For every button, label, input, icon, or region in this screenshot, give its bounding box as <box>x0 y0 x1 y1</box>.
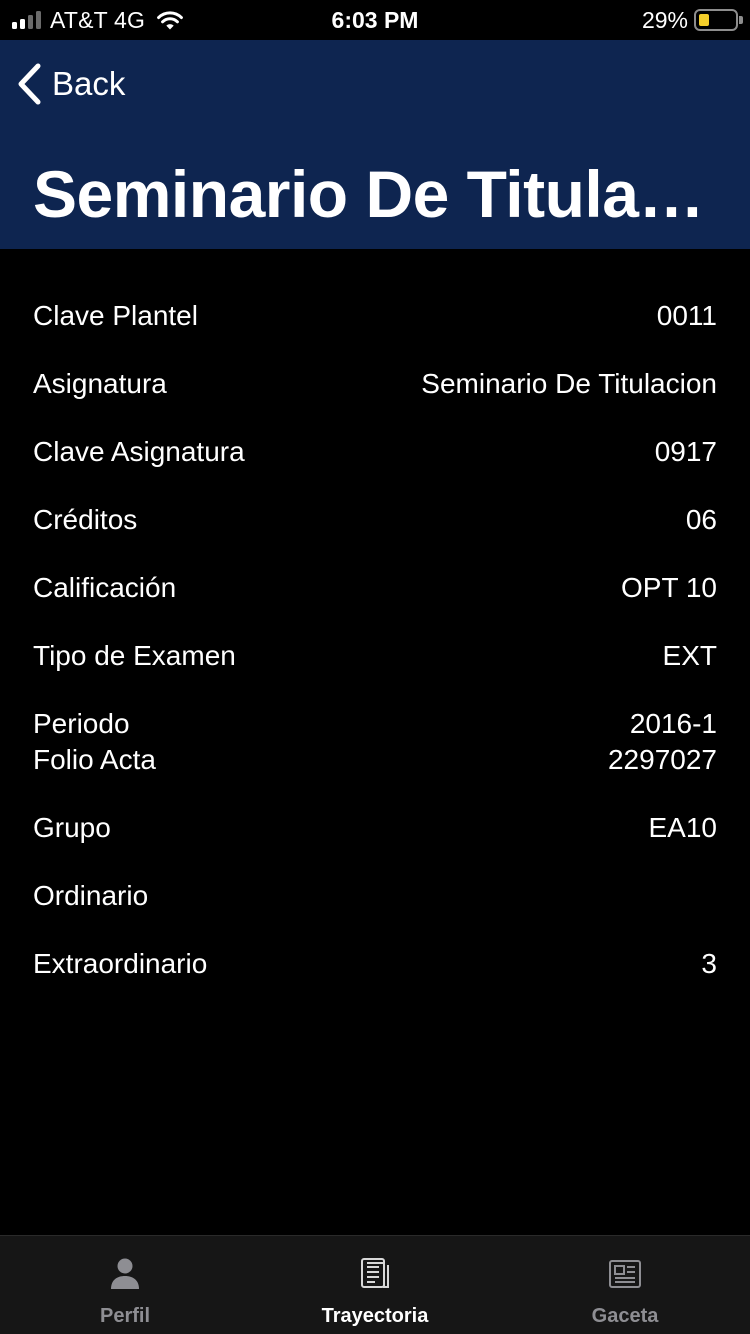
tab-bar: Perfil Trayectoria Gaceta <box>0 1235 750 1334</box>
battery-percent: 29% <box>641 6 688 33</box>
document-icon <box>361 1258 389 1288</box>
detail-values: 2016-1 2297027 <box>608 706 717 778</box>
detail-label: Folio Acta <box>33 744 156 775</box>
detail-row-clave-plantel: Clave Plantel 0011 <box>0 298 750 366</box>
detail-label: Asignatura <box>33 368 167 399</box>
detail-label: Clave Plantel <box>33 300 198 331</box>
detail-value: EXT <box>662 640 717 671</box>
back-button[interactable]: Back <box>16 62 125 106</box>
detail-value: OPT 10 <box>621 572 717 603</box>
detail-value: 0011 <box>656 300 717 331</box>
detail-label: Clave Asignatura <box>33 436 245 467</box>
tab-trayectoria[interactable]: Trayectoria <box>250 1236 500 1334</box>
battery-icon <box>694 9 743 31</box>
page-title: Seminario De Titulacion <box>33 157 723 231</box>
detail-row-extraordinario: Extraordinario 3 <box>0 946 750 1014</box>
detail-value: 06 <box>685 504 717 535</box>
detail-row-clave-asignatura: Clave Asignatura 0917 <box>0 434 750 502</box>
detail-label: Extraordinario <box>33 948 208 979</box>
detail-value: 2297027 <box>607 744 717 775</box>
detail-label: Ordinario <box>33 880 149 911</box>
detail-value: EA10 <box>648 812 718 843</box>
detail-label: Tipo de Examen <box>33 640 236 671</box>
detail-row-asignatura: Asignatura Seminario De Titulacion <box>0 366 750 434</box>
detail-value: 2016-1 <box>629 708 717 739</box>
status-bar: AT&T 4G 6:03 PM 29% <box>0 0 750 40</box>
newspaper-icon <box>609 1260 641 1288</box>
tab-label: Perfil <box>99 1305 151 1327</box>
tab-label: Trayectoria <box>321 1305 429 1327</box>
status-time: 6:03 PM <box>331 7 419 33</box>
course-details: Clave Plantel 0011 Asignatura Seminario … <box>0 298 750 1014</box>
detail-row-ordinario: Ordinario <box>0 878 750 946</box>
detail-label: Créditos <box>33 504 138 535</box>
battery-fill <box>699 14 709 26</box>
detail-label: Grupo <box>33 812 111 843</box>
detail-label: Calificación <box>33 572 177 603</box>
navigation-header: Back Seminario De Titulacion <box>0 40 750 249</box>
tab-perfil[interactable]: Perfil <box>0 1236 250 1334</box>
detail-row-periodo-folio: Periodo Folio Acta 2016-1 2297027 <box>0 706 750 810</box>
tab-gaceta[interactable]: Gaceta <box>500 1236 750 1334</box>
person-icon <box>111 1258 139 1289</box>
back-label: Back <box>52 65 126 102</box>
tab-label: Gaceta <box>591 1305 659 1327</box>
screen: AT&T 4G 6:03 PM 29% Back Seminario De Ti… <box>0 0 750 1334</box>
detail-labels: Periodo Folio Acta <box>33 706 156 778</box>
detail-value: 0917 <box>654 436 717 467</box>
chevron-left-icon <box>18 63 41 105</box>
status-right: 29% <box>641 6 743 34</box>
detail-row-grupo: Grupo EA10 <box>0 810 750 878</box>
detail-row-tipo-examen: Tipo de Examen EXT <box>0 638 750 706</box>
detail-value: 3 <box>701 948 717 979</box>
detail-label: Periodo <box>33 708 130 739</box>
detail-row-calificacion: Calificación OPT 10 <box>0 570 750 638</box>
detail-value: Seminario De Titulacion <box>421 368 717 399</box>
detail-row-creditos: Créditos 06 <box>0 502 750 570</box>
